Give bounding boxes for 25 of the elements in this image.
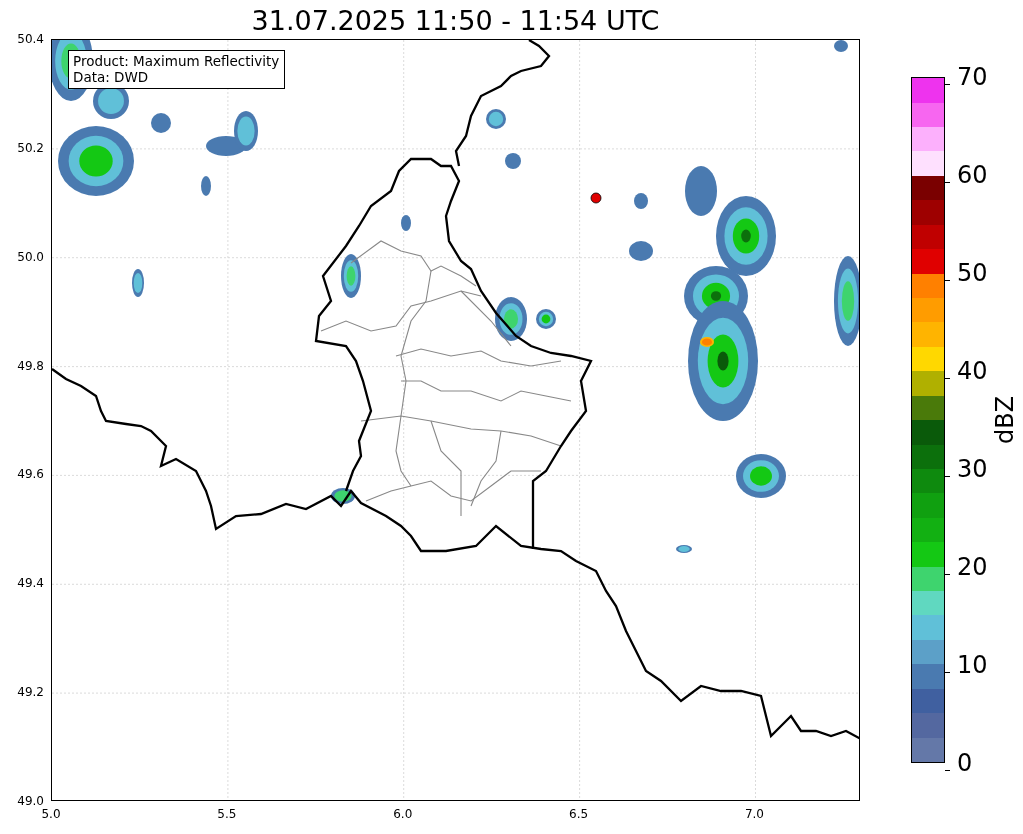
latitude-label: 50.2 xyxy=(17,140,44,155)
latitude-label: 50.4 xyxy=(17,32,44,46)
longitude-label: 6.0 xyxy=(393,807,413,821)
colorbar-tick-label: 60 xyxy=(957,163,988,187)
longitude-label: 5.0 xyxy=(41,807,61,821)
latitude-label: 49.0 xyxy=(17,794,44,808)
colorbar-tick-label: 0 xyxy=(957,751,973,775)
longitude-label: 7.0 xyxy=(744,807,764,821)
colorbar-tick-label: 40 xyxy=(957,359,988,383)
longitude-label: 6.5 xyxy=(569,807,589,821)
annotation-text: Data: DWD xyxy=(73,69,150,85)
latitude-label: 50.0 xyxy=(17,249,44,264)
latitude-label: 49.2 xyxy=(17,685,44,700)
colorbar-label: dBZ xyxy=(991,395,1019,445)
annotation-text: Product: Maximum Reflectivity xyxy=(73,53,280,69)
colorbar-tick-label: 20 xyxy=(957,555,988,579)
colorbar-tick-label: 50 xyxy=(957,261,988,285)
colorbar-tick-label: 10 xyxy=(957,653,988,677)
colorbar-tick-label: 30 xyxy=(957,457,988,481)
longitude-label: 5.5 xyxy=(217,807,237,821)
chart-title: 31.07.2025 11:50 - 11:54 UTC xyxy=(250,4,661,38)
latitude-label: 49.4 xyxy=(17,576,44,591)
latitude-label: 49.8 xyxy=(17,358,44,373)
latitude-label: 49.6 xyxy=(17,467,44,482)
colorbar-tick-label: 70 xyxy=(957,65,988,89)
